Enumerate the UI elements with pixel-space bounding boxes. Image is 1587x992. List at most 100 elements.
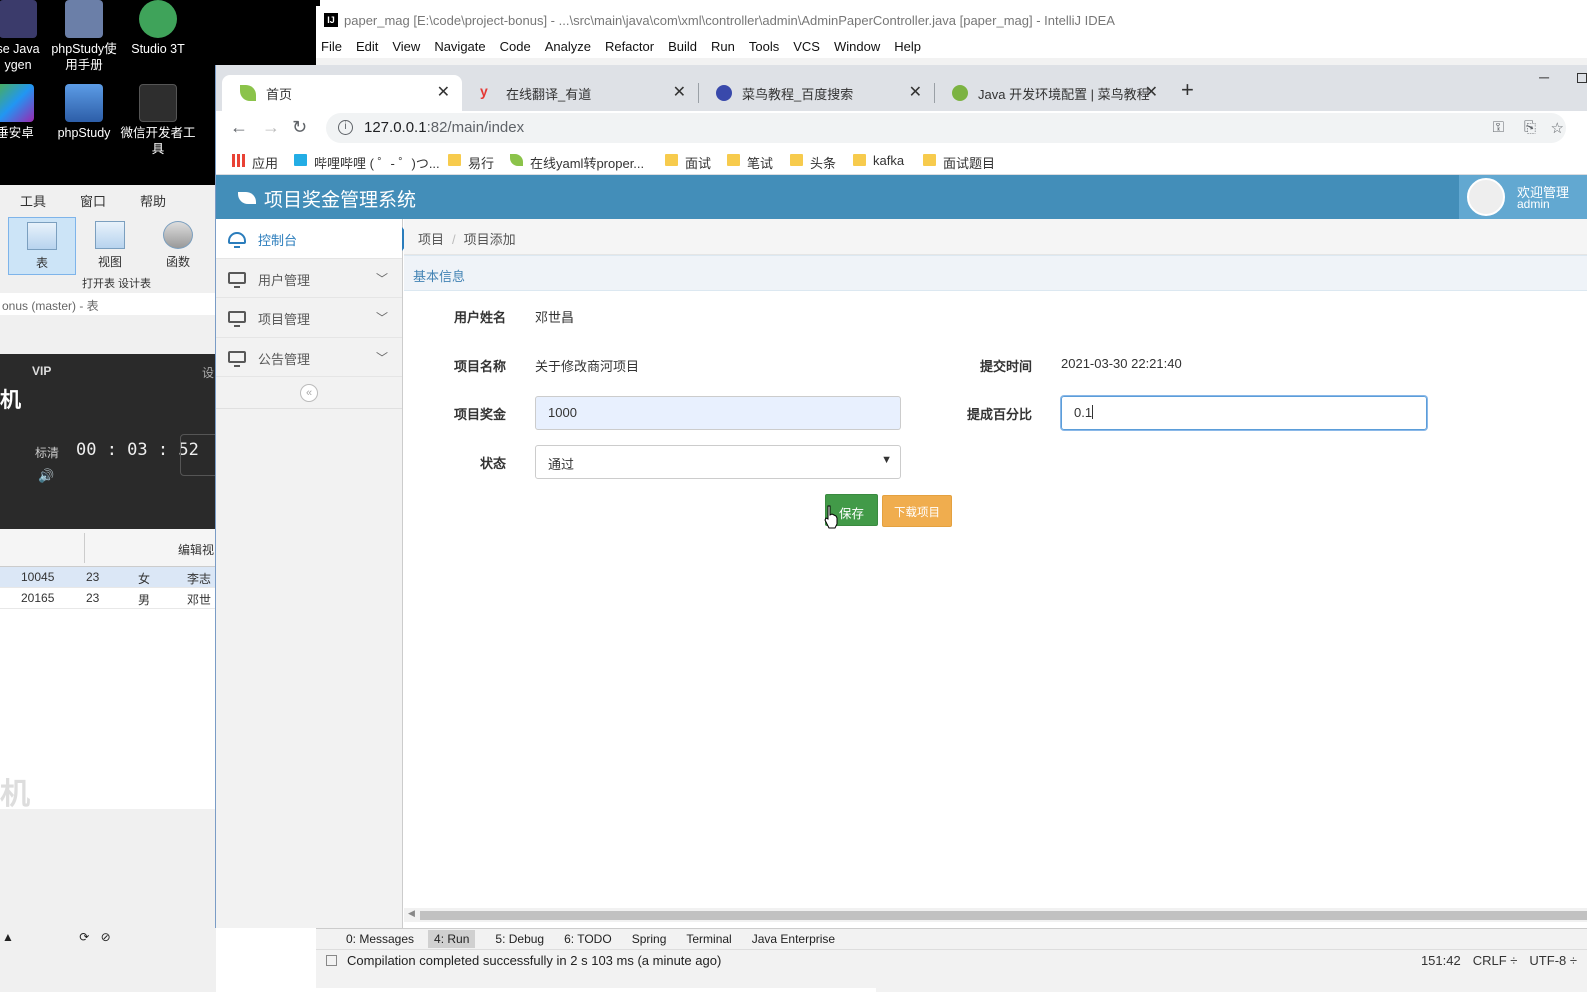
tool-spring[interactable]: Spring — [632, 932, 667, 946]
section-title: 基本信息 — [404, 255, 1587, 291]
sidebar-item-dashboard[interactable]: 控制台 — [216, 219, 411, 259]
key-icon[interactable]: ⚿ — [1493, 119, 1504, 136]
desktop-shortcut[interactable]: phpStudy — [44, 84, 124, 141]
status-toggle-icon[interactable] — [326, 955, 337, 966]
menu-refactor[interactable]: Refactor — [605, 39, 654, 54]
menu-file[interactable]: File — [321, 39, 342, 54]
collapse-icon[interactable]: « — [300, 384, 318, 402]
menu-tools[interactable]: 工具 — [0, 191, 60, 210]
bookmark-folder[interactable]: 面试 — [665, 153, 711, 172]
menu-build[interactable]: Build — [668, 39, 697, 54]
menu-help[interactable]: Help — [894, 39, 921, 54]
download-project-button[interactable]: 下载项目 — [882, 495, 952, 527]
line-separator[interactable]: CRLF ÷ — [1473, 953, 1518, 968]
cursor-position[interactable]: 151:42 — [1421, 953, 1461, 968]
horizontal-scrollbar[interactable]: ◀ — [404, 908, 1587, 922]
navicat-subtoolbar[interactable]: 打开表 设计表 — [0, 275, 216, 293]
sidebar-item-projects[interactable]: 项目管理 ﹀ — [216, 298, 402, 338]
quality-label[interactable]: 标清 — [35, 444, 59, 461]
address-bar[interactable]: i 127.0.0.1:82/main/index ⚿ ⎘ ☆ — [326, 113, 1566, 143]
intellij-icon: IJ — [324, 13, 338, 27]
menu-run[interactable]: Run — [711, 39, 735, 54]
volume-icon[interactable]: 🔊 — [38, 468, 54, 484]
reload-button[interactable]: ↻ — [292, 117, 307, 138]
player-settings[interactable]: 设 — [202, 364, 214, 381]
forward-button[interactable]: → — [262, 117, 280, 138]
status-bar: Compilation completed successfully in 2 … — [316, 949, 1587, 971]
scrollbar-thumb[interactable] — [420, 911, 1587, 920]
menu-edit[interactable]: Edit — [356, 39, 378, 54]
stop-icon[interactable]: ⊘ — [101, 930, 111, 944]
tool-debug[interactable]: 5: Debug — [495, 932, 544, 946]
bookmark-folder[interactable]: 笔试 — [727, 153, 773, 172]
data-grid: 编辑视 10045 23 女 李志 20165 23 男 邓世 — [0, 529, 216, 809]
menu-help[interactable]: 帮助 — [120, 191, 180, 210]
bookmark-folder[interactable]: 头条 — [790, 153, 836, 172]
app-brand[interactable]: 项目奖金管理系统 — [238, 185, 416, 212]
function-tool-button[interactable]: 函数 — [144, 217, 212, 275]
menu-code[interactable]: Code — [500, 39, 531, 54]
menu-window[interactable]: Window — [834, 39, 880, 54]
chevron-down-icon: ﹀ — [375, 350, 388, 365]
desktop-shortcut[interactable]: phpStudy使 用手册 — [44, 0, 124, 73]
baidu-icon — [716, 85, 732, 101]
info-icon[interactable]: i — [338, 120, 353, 135]
table-tool-button[interactable]: 表 — [8, 217, 76, 275]
bookmark-yaml[interactable]: 在线yaml转proper... — [510, 153, 644, 172]
close-icon[interactable]: ✕ — [673, 82, 686, 102]
desktop-shortcut[interactable]: Studio 3T — [118, 0, 198, 57]
avatar — [1467, 178, 1505, 216]
maximize-button[interactable] — [1577, 73, 1587, 83]
intellij-menu: File Edit View Navigate Code Analyze Ref… — [316, 34, 1587, 58]
pause-button[interactable] — [180, 434, 220, 476]
translate-icon[interactable]: ⎘ — [1524, 119, 1536, 136]
close-icon[interactable]: ✕ — [1145, 82, 1158, 102]
menu-analyze[interactable]: Analyze — [545, 39, 591, 54]
up-arrow-icon[interactable]: ▲ — [2, 930, 14, 944]
menu-navigate[interactable]: Navigate — [434, 39, 485, 54]
desktop-shortcut[interactable]: 微信开发者工 具 — [118, 84, 198, 157]
tool-todo[interactable]: 6: TODO — [564, 932, 612, 946]
tab-runoob[interactable]: Java 开发环境配置 | 菜鸟教程 ✕ — [934, 75, 1170, 111]
view-tool-button[interactable]: 视图 — [76, 217, 144, 275]
user-menu[interactable]: 欢迎管理 admin — [1459, 175, 1587, 219]
tab-youdao[interactable]: y 在线翻译_有道 ✕ — [462, 75, 699, 111]
table-row[interactable]: 20165 23 男 邓世 — [0, 588, 216, 609]
tool-messages[interactable]: 0: Messages — [346, 932, 414, 946]
bookmark-apps[interactable]: 应用 — [232, 153, 278, 172]
sidebar-item-label: 用户管理 — [258, 272, 311, 288]
bookmark-bilibili[interactable]: 哔哩哔哩 ( ゜- ゜)つ... — [294, 153, 440, 172]
menu-tools[interactable]: Tools — [749, 39, 779, 54]
menu-view[interactable]: View — [392, 39, 420, 54]
scroll-left-icon[interactable]: ◀ — [408, 908, 415, 919]
refresh-icon[interactable]: ⟳ — [79, 930, 89, 944]
sidebar-item-label: 公告管理 — [258, 351, 311, 367]
table-row[interactable]: 10045 23 女 李志 — [0, 567, 216, 588]
breadcrumb-projects[interactable]: 项目 — [418, 232, 444, 247]
folder-icon — [727, 154, 740, 166]
close-icon[interactable]: ✕ — [909, 82, 922, 102]
bonus-input[interactable]: 1000 — [535, 396, 901, 430]
close-icon[interactable]: ✕ — [437, 82, 450, 102]
bookmark-folder[interactable]: 面试题目 — [923, 153, 995, 172]
sidebar-item-announcements[interactable]: 公告管理 ﹀ — [216, 338, 402, 377]
desktop-icon — [228, 350, 246, 367]
new-tab-button[interactable]: + — [1181, 77, 1194, 103]
folder-icon — [923, 154, 936, 166]
bookmark-folder[interactable]: kafka — [853, 153, 904, 168]
tool-run[interactable]: 4: Run — [428, 930, 476, 948]
bookmark-folder[interactable]: 易行 — [448, 153, 494, 172]
back-button[interactable]: ← — [230, 117, 248, 138]
tab-home[interactable]: 首页 ✕ — [222, 75, 462, 111]
tab-baidu[interactable]: 菜鸟教程_百度搜索 ✕ — [698, 75, 935, 111]
minimize-button[interactable]: ─ — [1539, 69, 1549, 85]
menu-window[interactable]: 窗口 — [60, 191, 120, 210]
sidebar-item-users[interactable]: 用户管理 ﹀ — [216, 259, 402, 298]
menu-vcs[interactable]: VCS — [793, 39, 820, 54]
tool-java-enterprise[interactable]: Java Enterprise — [752, 932, 835, 946]
star-icon[interactable]: ☆ — [1551, 119, 1564, 137]
tool-terminal[interactable]: Terminal — [686, 932, 731, 946]
percent-input[interactable]: 0.1 — [1061, 396, 1427, 430]
file-encoding[interactable]: UTF-8 ÷ — [1529, 953, 1577, 968]
status-select[interactable]: 通过 ▼ — [535, 445, 901, 479]
